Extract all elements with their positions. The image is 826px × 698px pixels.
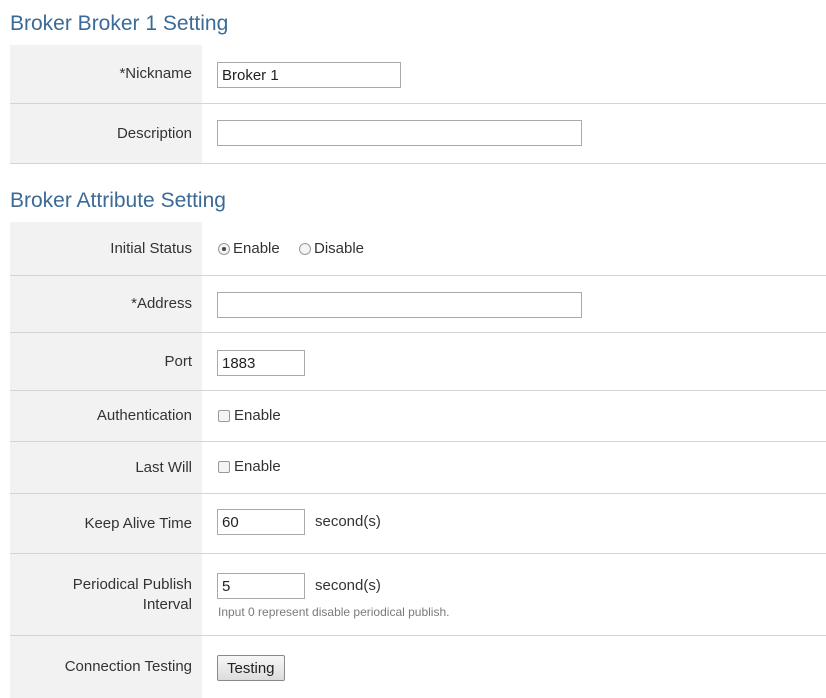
authentication-row: Authentication Enable <box>10 391 826 442</box>
broker-attribute-panel: Initial Status Enable Disable *Address P… <box>10 222 826 698</box>
keep-alive-input[interactable] <box>217 509 305 535</box>
publish-interval-hint: Input 0 represent disable periodical pub… <box>218 605 450 619</box>
connection-testing-row: Connection Testing Testing <box>10 636 826 698</box>
connection-testing-label: Connection Testing <box>10 636 202 698</box>
publish-interval-row: Periodical Publish Interval second(s) In… <box>10 554 826 636</box>
initial-status-row: Initial Status Enable Disable <box>10 222 826 276</box>
description-row: Description <box>10 104 826 164</box>
keep-alive-label: Keep Alive Time <box>10 494 202 553</box>
testing-button[interactable]: Testing <box>217 655 285 681</box>
keep-alive-row: Keep Alive Time second(s) <box>10 494 826 554</box>
port-label: Port <box>10 333 202 390</box>
publish-interval-unit: second(s) <box>315 577 381 594</box>
radio-selected-icon <box>218 242 230 255</box>
publish-interval-label-line2: Interval <box>142 595 192 613</box>
checkbox-icon <box>218 460 230 473</box>
initial-status-enable-radio[interactable]: Enable <box>218 240 280 257</box>
authentication-label: Authentication <box>10 391 202 441</box>
last-will-label: Last Will <box>10 442 202 493</box>
authentication-enable-label: Enable <box>234 407 281 424</box>
last-will-row: Last Will Enable <box>10 442 826 494</box>
publish-interval-input[interactable] <box>217 573 305 599</box>
publish-interval-label: Periodical Publish Interval <box>10 554 202 635</box>
nickname-input[interactable] <box>217 62 401 88</box>
nickname-row: *Nickname <box>10 45 826 104</box>
initial-status-label: Initial Status <box>10 222 202 275</box>
authentication-enable-checkbox[interactable]: Enable <box>218 407 281 424</box>
broker-attribute-title: Broker Attribute Setting <box>10 189 226 212</box>
initial-status-enable-label: Enable <box>233 240 280 257</box>
description-label: Description <box>10 104 202 163</box>
initial-status-disable-label: Disable <box>314 240 365 257</box>
port-row: Port <box>10 333 826 391</box>
broker-setting-panel: *Nickname Description <box>10 45 826 164</box>
description-input[interactable] <box>217 120 582 146</box>
radio-unselected-icon <box>299 242 311 255</box>
publish-interval-label-line1: Periodical Publish <box>72 575 192 593</box>
nickname-label: *Nickname <box>10 45 202 103</box>
address-label: *Address <box>10 276 202 332</box>
last-will-enable-checkbox[interactable]: Enable <box>218 458 281 475</box>
last-will-enable-label: Enable <box>234 458 281 475</box>
checkbox-icon <box>218 409 230 422</box>
address-row: *Address <box>10 276 826 333</box>
address-input[interactable] <box>217 292 582 318</box>
broker-setting-title: Broker Broker 1 Setting <box>10 12 229 35</box>
port-input[interactable] <box>217 350 305 376</box>
keep-alive-unit: second(s) <box>315 513 381 530</box>
initial-status-disable-radio[interactable]: Disable <box>299 240 364 257</box>
